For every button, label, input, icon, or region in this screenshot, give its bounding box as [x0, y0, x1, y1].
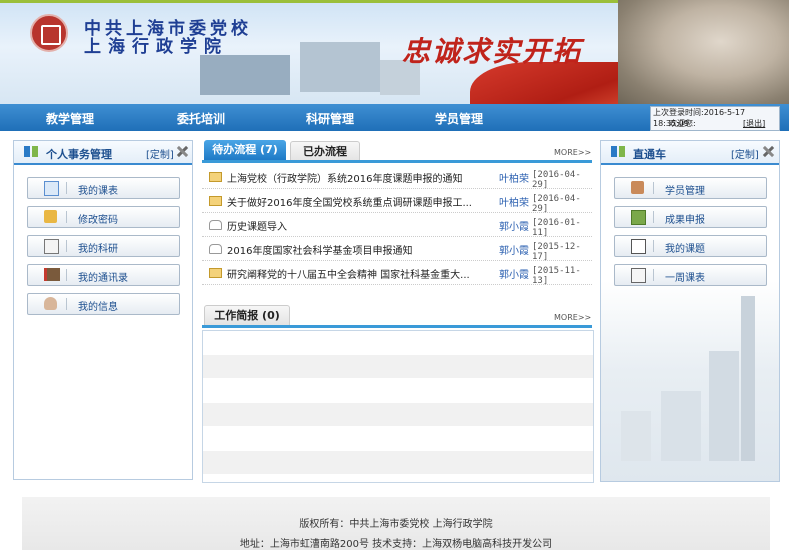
header-banner: 中共上海市委党校 上海行政学院 忠诚求实开拓	[0, 0, 789, 104]
brief-row	[203, 427, 593, 450]
calendar-icon	[631, 268, 646, 283]
todo-sender[interactable]: 郭小霞	[499, 266, 529, 281]
button-label: 修改密码	[78, 215, 118, 226]
footer-address: 地址：上海市虹漕南路200号 技术支持：上海双杨电脑高科技开发公司	[239, 539, 553, 550]
nav-student-management[interactable]: 学员管理	[435, 110, 483, 127]
login-info: 上次登录时间:2016-5-17 18:35:09 欢迎您: [退出]	[650, 106, 780, 131]
school-seal-icon	[30, 14, 68, 52]
todo-date: [2016-01-11]	[532, 218, 581, 238]
todo-title[interactable]: 研究阐释党的十八届五中全会精神 国家社科基金重大...	[227, 266, 470, 281]
footer-copyright: 版权所有：中共上海市委党校 上海行政学院	[299, 519, 493, 530]
panel-grid-icon	[24, 146, 38, 157]
button-label: 学员管理	[665, 186, 705, 197]
todo-section: 待办流程 (7) 已办流程 MORE>> 上海党校（行政学院）系统2016年度课…	[202, 140, 592, 290]
button-label: 我的通讯录	[78, 273, 128, 284]
todo-date: [2015-12-17]	[532, 242, 581, 262]
banner-building	[200, 55, 290, 95]
change-password-button[interactable]: 修改密码	[27, 206, 180, 228]
city-skyline-image	[601, 281, 779, 481]
button-label: 我的科研	[78, 244, 118, 255]
nav-commissioned-training[interactable]: 委托培训	[177, 110, 225, 127]
todo-row[interactable]: 历史课题导入 郭小霞 [2016-01-11]	[202, 213, 592, 238]
todo-row[interactable]: 2016年度国家社会科学基金项目申报通知 郭小霞 [2015-12-17]	[202, 237, 592, 262]
tab-work-brief[interactable]: 工作简报 (0)	[204, 305, 290, 326]
tools-icon[interactable]	[762, 145, 775, 158]
todo-title[interactable]: 上海党校（行政学院）系统2016年度课题申报的通知	[227, 170, 462, 185]
weekly-schedule-button[interactable]: 一周课表	[614, 264, 767, 286]
todo-sender[interactable]: 郭小霞	[499, 218, 529, 233]
todo-title[interactable]: 历史课题导入	[227, 218, 287, 233]
schedule-icon	[44, 181, 59, 196]
button-label: 我的课表	[78, 186, 118, 197]
unread-envelope-icon	[209, 196, 222, 206]
customize-link[interactable]: [定制]	[731, 146, 759, 161]
user-icon	[44, 297, 57, 310]
todo-row[interactable]: 研究阐释党的十八届五中全会精神 国家社科基金重大... 郭小霞 [2015-11…	[202, 261, 592, 286]
todo-date: [2015-11-13]	[532, 266, 581, 286]
panel-title: 直通车	[633, 148, 666, 161]
my-contacts-button[interactable]: 我的通讯录	[27, 264, 180, 286]
my-info-button[interactable]: 我的信息	[27, 293, 180, 315]
banner-slogan: 忠诚求实开拓	[402, 35, 583, 68]
unread-envelope-icon	[209, 268, 222, 278]
panel-title: 个人事务管理	[46, 148, 112, 161]
tools-icon[interactable]	[176, 145, 189, 158]
brief-row	[203, 355, 593, 378]
todo-row[interactable]: 上海党校（行政学院）系统2016年度课题申报的通知 叶柏荣 [2016-04-2…	[202, 165, 592, 190]
my-research-button[interactable]: 我的科研	[27, 235, 180, 257]
button-label: 我的信息	[78, 302, 118, 313]
footer: 版权所有：中共上海市委党校 上海行政学院 地址：上海市虹漕南路200号 技术支持…	[22, 497, 770, 550]
customize-link[interactable]: [定制]	[146, 146, 174, 161]
button-label: 我的课题	[665, 244, 705, 255]
button-label: 一周课表	[665, 273, 705, 284]
nav-teaching-management[interactable]: 教学管理	[46, 110, 94, 127]
todo-sender[interactable]: 郭小霞	[499, 242, 529, 257]
brief-row	[203, 379, 593, 402]
todo-title[interactable]: 2016年度国家社会科学基金项目申报通知	[227, 242, 412, 257]
todo-more-link[interactable]: MORE>>	[554, 148, 591, 157]
panel-header: 个人事务管理 [定制]	[14, 141, 192, 165]
brief-row	[203, 451, 593, 474]
banner-building	[300, 42, 380, 92]
logout-link[interactable]: [退出]	[743, 118, 765, 129]
read-envelope-icon	[209, 220, 222, 230]
result-declare-button[interactable]: 成果申报	[614, 206, 767, 228]
todo-row[interactable]: 关于做好2016年度全国党校系统重点调研课题申报工... 叶柏荣 [2016-0…	[202, 189, 592, 214]
nav-research-management[interactable]: 科研管理	[306, 110, 354, 127]
panel-grid-icon	[611, 146, 625, 157]
brief-list	[202, 330, 594, 483]
brief-row	[203, 331, 593, 354]
student-management-button[interactable]: 学员管理	[614, 177, 767, 199]
shortcut-panel: 直通车 [定制] 学员管理 成果申报 我的课题 一周课表	[600, 140, 780, 482]
tab-underline	[202, 325, 592, 328]
todo-sender[interactable]: 叶柏荣	[499, 194, 529, 209]
tab-pending-flows[interactable]: 待办流程 (7)	[204, 140, 286, 160]
chart-icon	[631, 210, 646, 225]
school-name-line2: 上海行政学院	[84, 37, 228, 57]
brief-more-link[interactable]: MORE>>	[554, 313, 591, 322]
unread-envelope-icon	[209, 172, 222, 182]
lock-icon	[44, 210, 57, 223]
address-book-icon	[44, 268, 60, 281]
personal-affairs-panel: 个人事务管理 [定制] 我的课表 修改密码 我的科研 我的通讯录 我的信息	[13, 140, 193, 480]
research-icon	[44, 239, 59, 254]
panel-header: 直通车 [定制]	[601, 141, 779, 165]
document-icon	[631, 239, 646, 254]
button-label: 成果申报	[665, 215, 705, 226]
brief-row	[203, 403, 593, 426]
student-icon	[631, 181, 644, 194]
brief-section-header: 工作简报 (0) MORE>>	[202, 305, 592, 333]
todo-title[interactable]: 关于做好2016年度全国党校系统重点调研课题申报工...	[227, 194, 472, 209]
my-topics-button[interactable]: 我的课题	[614, 235, 767, 257]
read-envelope-icon	[209, 244, 222, 254]
todo-date: [2016-04-29]	[532, 170, 581, 190]
welcome-text: 欢迎您:	[669, 119, 696, 128]
tab-completed-flows[interactable]: 已办流程	[290, 141, 360, 162]
tab-underline	[202, 160, 592, 163]
banner-statue	[618, 0, 789, 104]
todo-sender[interactable]: 叶柏荣	[499, 170, 529, 185]
todo-date: [2016-04-29]	[532, 194, 581, 214]
my-schedule-button[interactable]: 我的课表	[27, 177, 180, 199]
